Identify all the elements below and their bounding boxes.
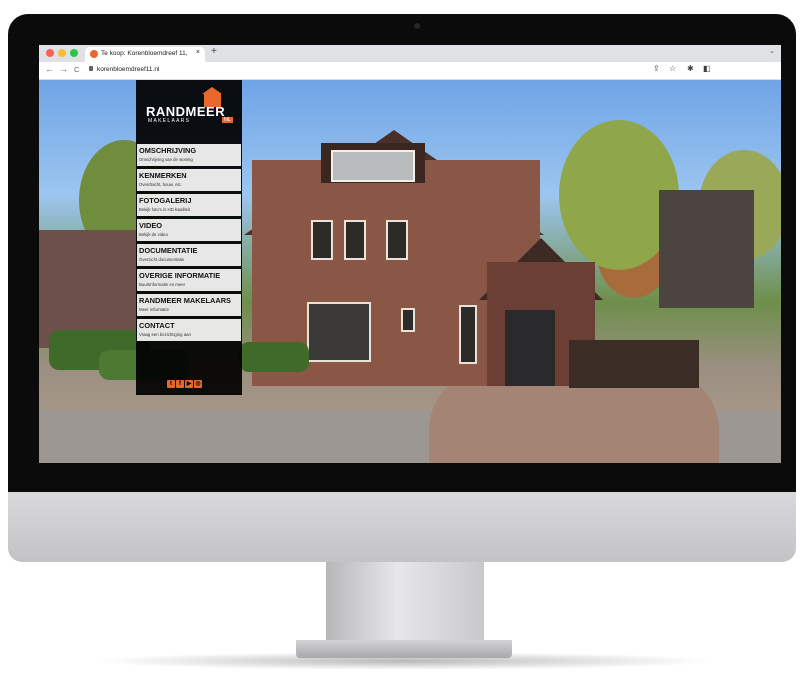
menu-item-fotogalerij[interactable]: FOTOGALERIJ Bekijk foto's in HD kwalitei… bbox=[137, 194, 241, 216]
share-icon[interactable]: ⇪ bbox=[653, 64, 660, 73]
menu-item-label: FOTOGALERIJ bbox=[139, 196, 192, 205]
tab-close-icon[interactable]: × bbox=[196, 49, 200, 56]
browser-tab[interactable]: Te koop: Korenbloemdreef 11, × bbox=[85, 47, 205, 62]
menu-item-label: RANDMEER MAKELAARS bbox=[139, 296, 231, 305]
neighbor-house-right bbox=[659, 190, 754, 308]
site-favicon-icon bbox=[90, 50, 98, 58]
menu-item-sublabel: Overdracht, bouw, etc. bbox=[139, 182, 182, 187]
extensions-icon[interactable]: ✱ bbox=[687, 64, 694, 73]
tab-bar: Te koop: Korenbloemdreef 11, × + ⌄ bbox=[39, 45, 781, 62]
menu-item-label: VIDEO bbox=[139, 221, 162, 230]
monitor-chin bbox=[8, 492, 796, 562]
twitter-icon[interactable]: t bbox=[167, 380, 175, 388]
menu-item-sublabel: Vraag een bezichtiging aan bbox=[139, 332, 191, 337]
maximize-window-button[interactable] bbox=[70, 49, 78, 57]
reload-button[interactable]: C bbox=[74, 65, 79, 74]
browser-window: Te koop: Korenbloemdreef 11, × + ⌄ ← → C… bbox=[39, 45, 781, 463]
menu-item-sublabel: Buurtinformatie en meer bbox=[139, 282, 186, 287]
living-room-window bbox=[307, 302, 371, 362]
camera-icon bbox=[414, 23, 420, 29]
lock-icon[interactable] bbox=[89, 66, 93, 71]
window bbox=[386, 220, 408, 260]
facebook-icon[interactable]: f bbox=[176, 380, 184, 388]
menu-item-sublabel: Meer informatie bbox=[139, 307, 169, 312]
site-sidebar: RANDMEER MAKELAARS NL OMSCHRIJVING Omsch… bbox=[136, 80, 242, 395]
menu-item-contact[interactable]: CONTACT Vraag een bezichtiging aan bbox=[137, 319, 241, 341]
logo-badge: NL bbox=[222, 117, 234, 123]
window bbox=[344, 220, 366, 260]
menu-item-label: DOCUMENTATIE bbox=[139, 246, 198, 255]
tab-search-icon[interactable]: ⌄ bbox=[769, 47, 775, 55]
carport bbox=[569, 340, 699, 388]
monitor-stand bbox=[326, 562, 484, 648]
logo-subtitle: MAKELAARS bbox=[148, 118, 191, 124]
menu-item-label: OVERIGE INFORMATIE bbox=[139, 271, 221, 280]
menu-item-sublabel: Bekijk foto's in HD kwaliteit bbox=[139, 207, 191, 212]
menu-item-video[interactable]: VIDEO Bekijk de video bbox=[137, 219, 241, 241]
address-bar: ← → C korenbloemdreef11.nl ⇪ ☆ ✱ ◧ bbox=[39, 62, 781, 80]
menu-item-label: CONTACT bbox=[139, 321, 175, 330]
tab-title: Te koop: Korenbloemdreef 11, bbox=[101, 50, 188, 57]
hedge bbox=[239, 342, 309, 372]
menu-item-randmeer-makelaars[interactable]: RANDMEER MAKELAARS Meer informatie bbox=[137, 294, 241, 316]
close-window-button[interactable] bbox=[46, 49, 54, 57]
garage-door bbox=[505, 310, 555, 386]
logo-name: RANDMEER bbox=[146, 104, 226, 119]
youtube-icon[interactable]: ▶ bbox=[185, 380, 193, 388]
front-door bbox=[459, 305, 477, 364]
dormer-window bbox=[331, 150, 415, 182]
menu-item-label: OMSCHRIJVING bbox=[139, 146, 197, 155]
sidebar-icon[interactable]: ◧ bbox=[703, 64, 711, 73]
menu-item-omschrijving[interactable]: OMSCHRIJVING Omschrijving van de woning bbox=[137, 144, 241, 166]
back-button[interactable]: ← bbox=[45, 64, 54, 74]
star-icon[interactable]: ☆ bbox=[669, 64, 676, 73]
menu-item-sublabel: Omschrijving van de woning bbox=[139, 157, 193, 162]
menu-item-label: KENMERKEN bbox=[139, 171, 187, 180]
menu-item-kenmerken[interactable]: KENMERKEN Overdracht, bouw, etc. bbox=[137, 169, 241, 191]
menu-item-documentatie[interactable]: DOCUMENTATIE Overzicht documentatie bbox=[137, 244, 241, 266]
forward-button[interactable]: → bbox=[59, 64, 68, 74]
window bbox=[311, 220, 333, 260]
monitor-stand-base bbox=[296, 640, 512, 658]
window bbox=[401, 308, 415, 332]
new-tab-button[interactable]: + bbox=[211, 46, 217, 57]
randmeer-logo[interactable]: RANDMEER MAKELAARS NL bbox=[136, 80, 242, 144]
social-links: t f ▶ ◎ bbox=[167, 380, 203, 388]
minimize-window-button[interactable] bbox=[58, 49, 66, 57]
menu-item-sublabel: Bekijk de video bbox=[139, 232, 168, 237]
menu-item-sublabel: Overzicht documentatie bbox=[139, 257, 185, 262]
menu-item-overige-informatie[interactable]: OVERIGE INFORMATIE Buurtinformatie en me… bbox=[137, 269, 241, 291]
main-menu: OMSCHRIJVING Omschrijving van de woning … bbox=[137, 144, 241, 344]
instagram-icon[interactable]: ◎ bbox=[194, 380, 202, 388]
url-field[interactable]: korenbloemdreef11.nl bbox=[97, 66, 159, 73]
